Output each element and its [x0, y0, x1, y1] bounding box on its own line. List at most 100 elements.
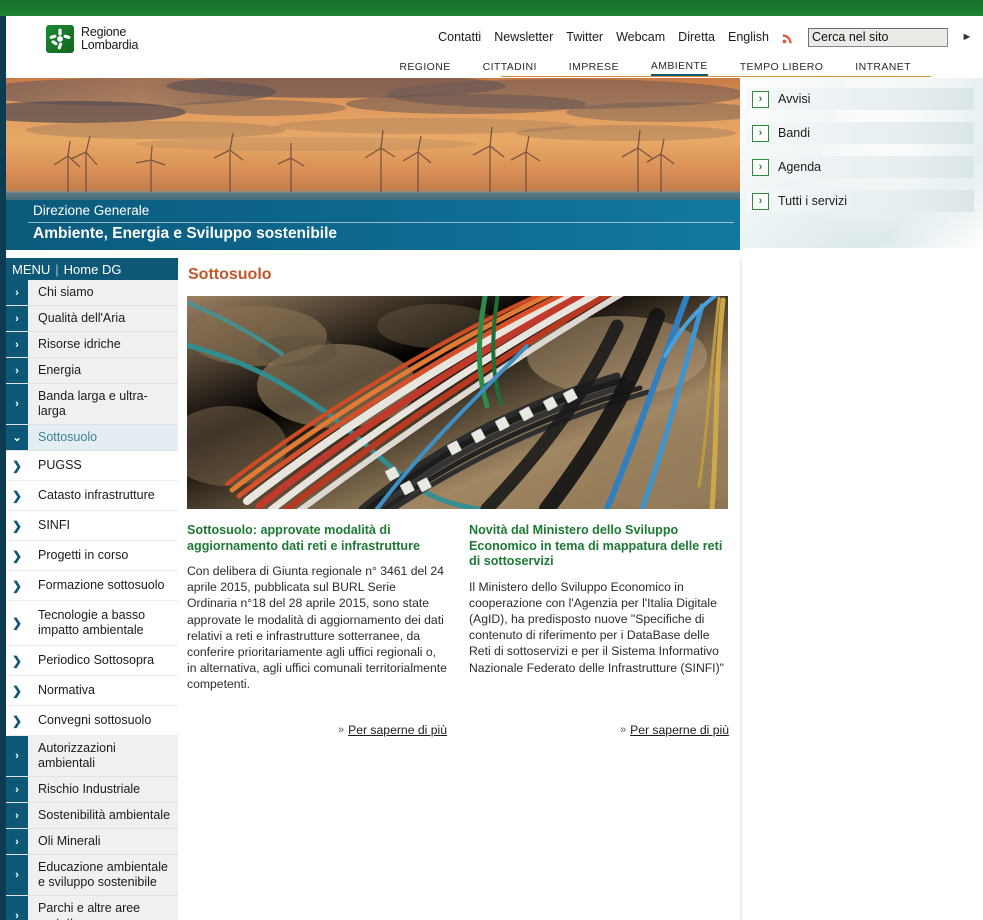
utility-link-contatti[interactable]: Contatti	[438, 30, 481, 44]
sidebar-item-periodico-sottosopra[interactable]: ❯ Periodico Sottosopra	[6, 646, 178, 676]
sidebar-item-label: Educazione ambientale e sviluppo sosteni…	[38, 860, 168, 889]
sidebar-item-label: Sostenibilità ambientale	[38, 808, 171, 822]
double-chevron-right-icon: »	[619, 723, 627, 736]
sidebar-header-menu-label: MENU	[12, 261, 51, 277]
nav-item-intranet[interactable]: INTRANET	[855, 61, 911, 75]
article-body: Il Ministero dello Sviluppo Economico in…	[469, 579, 724, 675]
directorate-title: Ambiente, Energia e Sviluppo sostenibile	[33, 225, 338, 242]
nav-item-regione[interactable]: REGIONE	[399, 61, 450, 75]
chevron-right-icon: ❯	[11, 683, 23, 698]
sidebar-item-label: PUGSS	[38, 458, 82, 472]
primary-nav: REGIONE CITTADINI IMPRESE AMBIENTE TEMPO…	[6, 58, 983, 78]
sidebar-item-educazione-ambientale[interactable]: › Educazione ambientale e sviluppo soste…	[6, 855, 178, 896]
sidebar-item-label: Catasto infrastrutture	[38, 488, 155, 502]
sidebar-item-formazione-sottosuolo[interactable]: ❯ Formazione sottosuolo	[6, 571, 178, 601]
directorate-subtitle: Direzione Generale	[33, 203, 150, 218]
top-green-bar-gradient	[0, 0, 983, 16]
service-button-avvisi[interactable]: › Avvisi	[746, 88, 974, 110]
chevron-right-icon: ›	[6, 358, 28, 383]
article-column-1: Sottosuolo: approvate modalità di aggior…	[187, 523, 447, 693]
chevron-right-icon: ❯	[11, 518, 23, 533]
read-more-cell-1: » Per saperne di più	[187, 723, 447, 737]
chevron-right-icon: ›	[752, 124, 769, 142]
chevron-right-icon: ❯	[11, 458, 23, 473]
sidebar-item-label: Oli Minerali	[38, 834, 101, 848]
sidebar-item-label: Banda larga e ultra-larga	[38, 389, 148, 418]
top-green-bar	[0, 0, 983, 16]
read-more-link-2[interactable]: » Per saperne di più	[620, 723, 729, 737]
sidebar-item-convegni-sottosuolo[interactable]: ❯ Convegni sottosuolo	[6, 706, 178, 736]
sidebar-item-oli-minerali[interactable]: › Oli Minerali	[6, 829, 178, 855]
sidebar-item-progetti-in-corso[interactable]: ❯ Progetti in corso	[6, 541, 178, 571]
chevron-right-icon: ›	[752, 90, 769, 108]
utility-link-webcam[interactable]: Webcam	[616, 30, 665, 44]
nav-item-ambiente[interactable]: AMBIENTE	[650, 60, 708, 76]
sidebar-item-label: Normativa	[38, 683, 95, 697]
sidebar-item-pugss[interactable]: ❯ PUGSS	[6, 451, 178, 481]
sidebar-header: MENU | Home DG	[6, 258, 178, 280]
chevron-right-icon: ›	[6, 896, 28, 920]
nav-item-imprese[interactable]: IMPRESE	[569, 61, 619, 75]
sidebar-item-normativa[interactable]: ❯ Normativa	[6, 676, 178, 706]
service-button-tutti-i-servizi[interactable]: › Tutti i servizi	[746, 190, 974, 212]
read-more-cell-2: » Per saperne di più	[469, 723, 729, 737]
utility-link-twitter[interactable]: Twitter	[566, 30, 603, 44]
sidebar-item-parchi-aree-protette[interactable]: › Parchi e altre aree protette	[6, 896, 178, 920]
sidebar-item-tecnologie-basso-impatto[interactable]: ❯ Tecnologie a basso impatto ambientale	[6, 601, 178, 646]
sidebar-item-energia[interactable]: › Energia	[6, 358, 178, 384]
read-more-link-1[interactable]: » Per saperne di più	[338, 723, 447, 737]
sidebar-header-home-link[interactable]: Home DG	[64, 262, 122, 277]
sidebar-item-label: Tecnologie a basso impatto ambientale	[38, 608, 146, 637]
service-label: Bandi	[778, 126, 810, 140]
page-root: Regione Lombardia Contatti Newsletter Tw…	[0, 0, 983, 920]
chevron-right-icon: ›	[6, 384, 28, 424]
sidebar-item-catasto-infrastrutture[interactable]: ❯ Catasto infrastrutture	[6, 481, 178, 511]
regione-lombardia-rose-camuna-icon	[46, 25, 74, 53]
sidebar-item-sottosuolo[interactable]: ⌄ Sottosuolo	[6, 425, 178, 451]
article-column-2: Novità dal Ministero dello Sviluppo Econ…	[469, 523, 729, 693]
sidebar-item-sinfi[interactable]: ❯ SINFI	[6, 511, 178, 541]
sidebar-item-label: Risorse idriche	[38, 337, 121, 351]
sidebar-item-label: Sottosuolo	[38, 430, 98, 444]
article-title[interactable]: Novità dal Ministero dello Sviluppo Econ…	[469, 523, 729, 570]
utility-link-english[interactable]: English	[728, 30, 769, 44]
chevron-right-icon: ›	[752, 192, 769, 210]
sidebar-item-label: Qualità dell'Aria	[38, 311, 126, 325]
chevron-right-icon: ›	[6, 777, 28, 802]
article-columns: Sottosuolo: approvate modalità di aggior…	[187, 523, 732, 693]
search-input[interactable]	[808, 27, 948, 47]
nav-item-cittadini[interactable]: CITTADINI	[483, 61, 537, 75]
sidebar-item-label: Parchi e altre aree protette	[38, 901, 141, 920]
sidebar-item-risorse-idriche[interactable]: › Risorse idriche	[6, 332, 178, 358]
sidebar-item-qualita-dellaria[interactable]: › Qualità dell'Aria	[6, 306, 178, 332]
site-logo[interactable]: Regione Lombardia	[46, 25, 138, 53]
utility-link-newsletter[interactable]: Newsletter	[494, 30, 553, 44]
utility-link-diretta[interactable]: Diretta	[678, 30, 715, 44]
sidebar-item-chi-siamo[interactable]: › Chi siamo	[6, 280, 178, 306]
search-submit-play-arrow-icon[interactable]: ►	[961, 31, 973, 43]
service-button-bandi[interactable]: › Bandi	[746, 122, 974, 144]
chevron-right-icon: ❯	[11, 616, 23, 630]
sidebar-item-autorizzazioni-ambientali[interactable]: › Autorizzazioni ambientali	[6, 736, 178, 777]
article-title[interactable]: Sottosuolo: approvate modalità di aggior…	[187, 523, 447, 554]
chevron-right-icon: ›	[6, 736, 28, 776]
rss-feed-icon[interactable]	[782, 31, 795, 44]
service-button-agenda[interactable]: › Agenda	[746, 156, 974, 178]
article-body: Con delibera di Giunta regionale n° 3461…	[187, 564, 447, 692]
chevron-right-icon: ›	[752, 158, 769, 176]
main-content: Sottosuolo Sottosuolo: approvate modalit…	[178, 258, 740, 920]
chevron-right-icon: ›	[6, 332, 28, 357]
chevron-right-icon: ›	[6, 280, 28, 305]
sidebar-item-banda-larga[interactable]: › Banda larga e ultra-larga	[6, 384, 178, 425]
nav-item-tempo-libero[interactable]: TEMPO LIBERO	[740, 61, 824, 75]
chevron-down-icon: ⌄	[6, 425, 28, 450]
sidebar-item-rischio-industriale[interactable]: › Rischio Industriale	[6, 777, 178, 803]
double-chevron-right-icon: »	[337, 723, 345, 736]
sidebar-item-label: Rischio Industriale	[38, 782, 141, 796]
sidebar-item-label: Periodico Sottosopra	[38, 653, 155, 667]
sidebar-item-sostenibilita-ambientale[interactable]: › Sostenibilità ambientale	[6, 803, 178, 829]
title-divider	[28, 222, 734, 223]
directorate-title-band: Direzione Generale Ambiente, Energia e S…	[6, 200, 740, 250]
chevron-right-icon: ›	[6, 306, 28, 331]
logo-line-2: Lombardia	[81, 38, 139, 52]
